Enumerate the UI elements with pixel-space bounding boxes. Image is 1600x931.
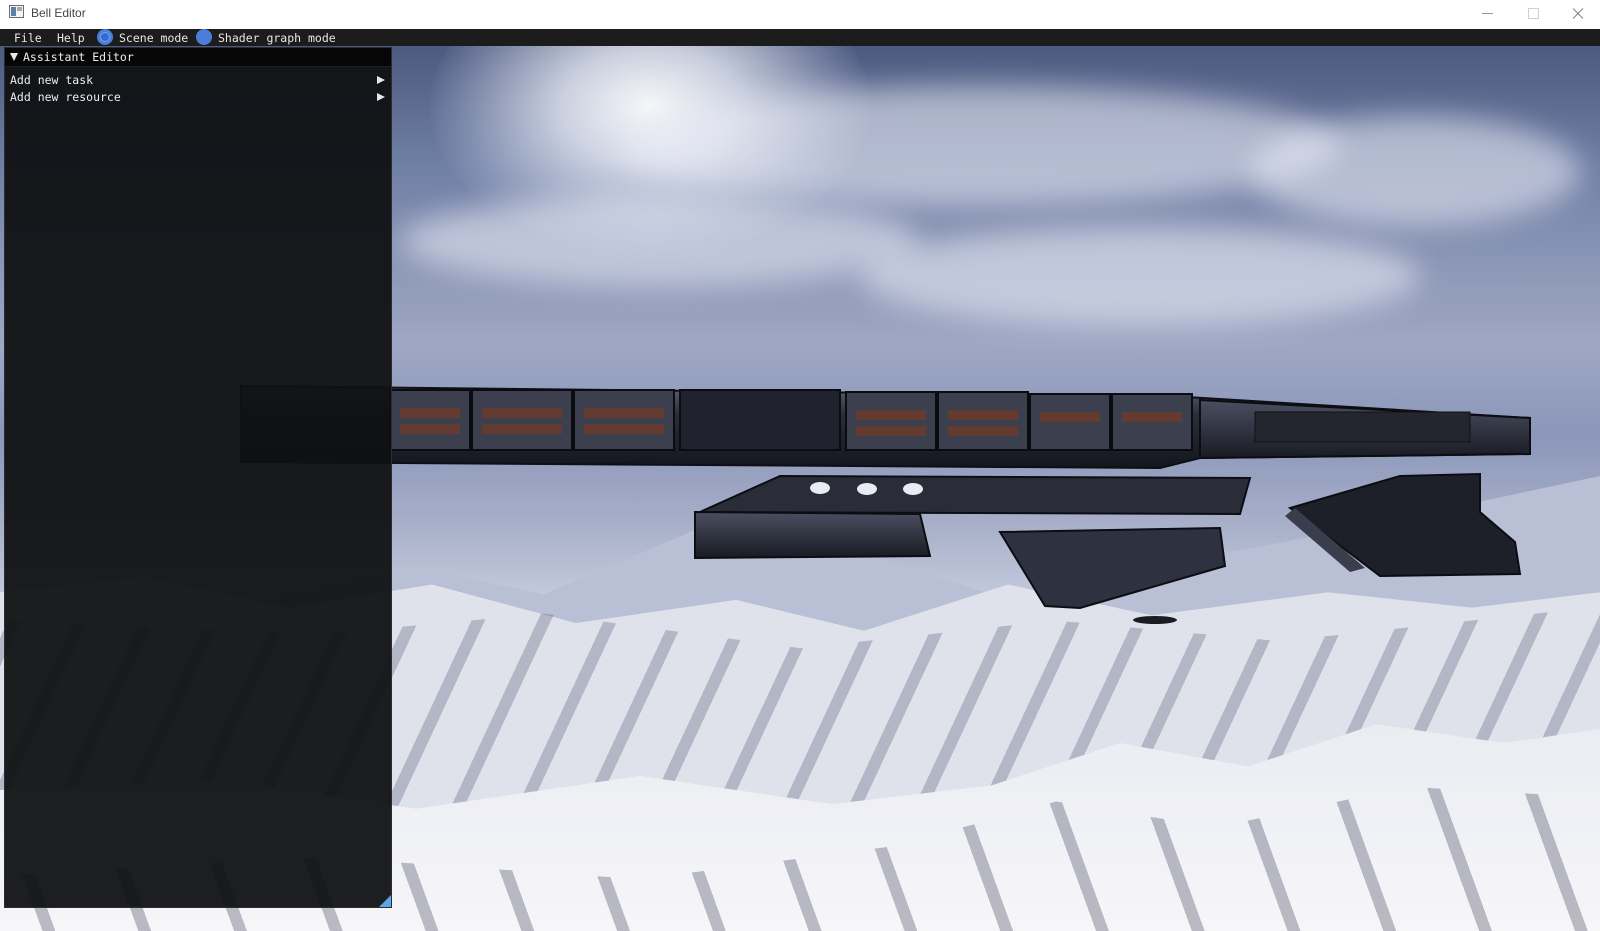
app-window-icon (9, 5, 24, 18)
triangle-right-icon (377, 76, 385, 84)
cloud (620, 86, 1340, 206)
scene-mode-radio[interactable] (97, 29, 113, 45)
shader-graph-mode-label[interactable]: Shader graph mode (218, 30, 336, 46)
main-menu-bar: File Help Scene mode Shader graph mode (0, 29, 1600, 46)
scene-mode-label[interactable]: Scene mode (119, 30, 188, 46)
minimize-button[interactable] (1464, 0, 1510, 29)
add-new-resource-label: Add new resource (10, 90, 121, 104)
cloud (1250, 116, 1580, 226)
menu-help[interactable]: Help (57, 30, 85, 46)
triangle-down-icon[interactable] (10, 53, 18, 61)
window-title: Bell Editor (31, 6, 86, 20)
assistant-editor-panel: Assistant Editor Add new task Add new re… (4, 47, 392, 908)
maximize-button[interactable] (1510, 0, 1556, 29)
triangle-right-icon (377, 93, 385, 101)
window-title-bar: Bell Editor (0, 0, 1600, 30)
panel-title: Assistant Editor (23, 50, 134, 64)
add-new-task-menu[interactable]: Add new task (5, 72, 391, 89)
add-new-task-label: Add new task (10, 73, 94, 87)
close-button[interactable] (1556, 0, 1600, 29)
rifle-model (240, 384, 1531, 624)
shader-graph-mode-radio[interactable] (196, 29, 212, 45)
cloud (860, 226, 1420, 326)
add-new-resource-menu[interactable]: Add new resource (5, 89, 391, 106)
resize-grip-icon[interactable] (379, 895, 391, 907)
menu-file[interactable]: File (14, 30, 42, 46)
cloud (400, 196, 920, 286)
assistant-editor-header[interactable]: Assistant Editor (5, 48, 391, 67)
